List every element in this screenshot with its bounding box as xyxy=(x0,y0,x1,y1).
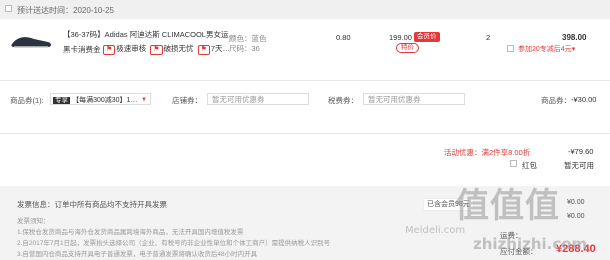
product-image[interactable] xyxy=(10,30,54,50)
tax-rate: 0.80 xyxy=(336,33,351,42)
activity-discount-label: 活动优惠：满2件享8.00折 xyxy=(444,148,531,157)
watermark-site: Meldeli.com xyxy=(405,225,466,236)
delivery-bar: 预计送达时间：2020-10-25 xyxy=(0,0,610,19)
invoice-notes-title: 发票须知： xyxy=(17,218,50,225)
redpack-checkbox[interactable] xyxy=(510,160,517,167)
redpack-value: 暂无可用 xyxy=(564,161,594,170)
activity-discount-value: -¥79.60 xyxy=(568,147,594,156)
tax-coupon-select[interactable]: 暂无可用优惠券 xyxy=(363,93,465,105)
delivery-time: 预计送达时间：2020-10-25 xyxy=(17,6,114,15)
shop-coupon-select[interactable]: 暂无可用优惠券 xyxy=(207,93,309,105)
service-tag: ⚑ 破损无忧 xyxy=(150,43,194,55)
product-coupon-label: 商品券(1): xyxy=(10,96,44,105)
product-subtitle: 黑卡消费金 xyxy=(63,45,101,54)
amount-small: ¥0.00 xyxy=(567,199,585,206)
quantity: 2 xyxy=(486,33,491,42)
service-tags: ⚑ 极速审核 ⚑ 破损无忧 ⚑ 7天… xyxy=(103,43,230,55)
unit-price: 199.00 xyxy=(389,33,412,42)
invoice-note: 2.自2017年7月1日起，发票抬头选择公司（企业、有税号的非企业性单位和个体工… xyxy=(17,240,331,247)
divider xyxy=(0,80,610,81)
invoice-note: 3.自营国内仓商品支持开具电子普通发票，电子普通发票将确认收货后48小时内开具 xyxy=(17,251,258,258)
special-price-badge: 特价 xyxy=(396,43,419,53)
product-size: 尺码：36 xyxy=(229,44,260,53)
product-title[interactable]: 【36-37码】Adidas 阿迪达斯 CLIMACOOL男女运… xyxy=(63,29,236,40)
service-tag: ⚑ 7天… xyxy=(197,43,230,55)
watermark-logo: 值值值 xyxy=(455,186,560,226)
exclusive-tag: 专享 xyxy=(53,97,70,104)
product-coupon-select[interactable]: 专享 【每满300减30】1… ▼ xyxy=(50,93,151,105)
invoice-note: 1.保税仓发货商品与海外仓发货商品属跨境海外商品，无法开具国内增值税发票 xyxy=(17,229,244,236)
amount-small: ¥0.00 xyxy=(567,213,585,220)
tax-coupon-label: 税费券： xyxy=(328,96,358,105)
promo-checkbox[interactable] xyxy=(507,45,514,52)
service-tag: ⚑ 极速审核 xyxy=(103,43,146,55)
invoice-label: 发票信息：订单中所有商品均不支持开具发票 xyxy=(17,200,168,209)
member-price-badge: 会员价 xyxy=(414,32,440,42)
product-coupon-value: 【每满300减30】1… xyxy=(72,97,138,104)
shoe-icon xyxy=(11,37,51,48)
redpack-label: 红包 xyxy=(522,161,537,170)
divider xyxy=(0,133,610,134)
discount-label: 商品券： xyxy=(541,96,571,105)
discount-value: -¥30.00 xyxy=(571,95,597,104)
invoice-value: 订单中所有商品均不支持开具发票 xyxy=(54,200,168,209)
caret-down-icon: ▼ xyxy=(141,97,147,103)
checkbox-icon[interactable] xyxy=(5,5,12,12)
line-total: 398.00 xyxy=(562,33,587,42)
chevron-down-icon: ▾ xyxy=(571,46,576,53)
invoice-notes: 发票须知： 1.保税仓发货商品与海外仓发货商品属跨境海外商品，无法开具国内增值税… xyxy=(17,216,330,260)
watermark-site2: zhizhizhi.com xyxy=(473,235,588,253)
shop-coupon-label: 店铺券： xyxy=(172,96,202,105)
promo-link[interactable]: 参加20专减后4元▾ xyxy=(518,44,575,54)
